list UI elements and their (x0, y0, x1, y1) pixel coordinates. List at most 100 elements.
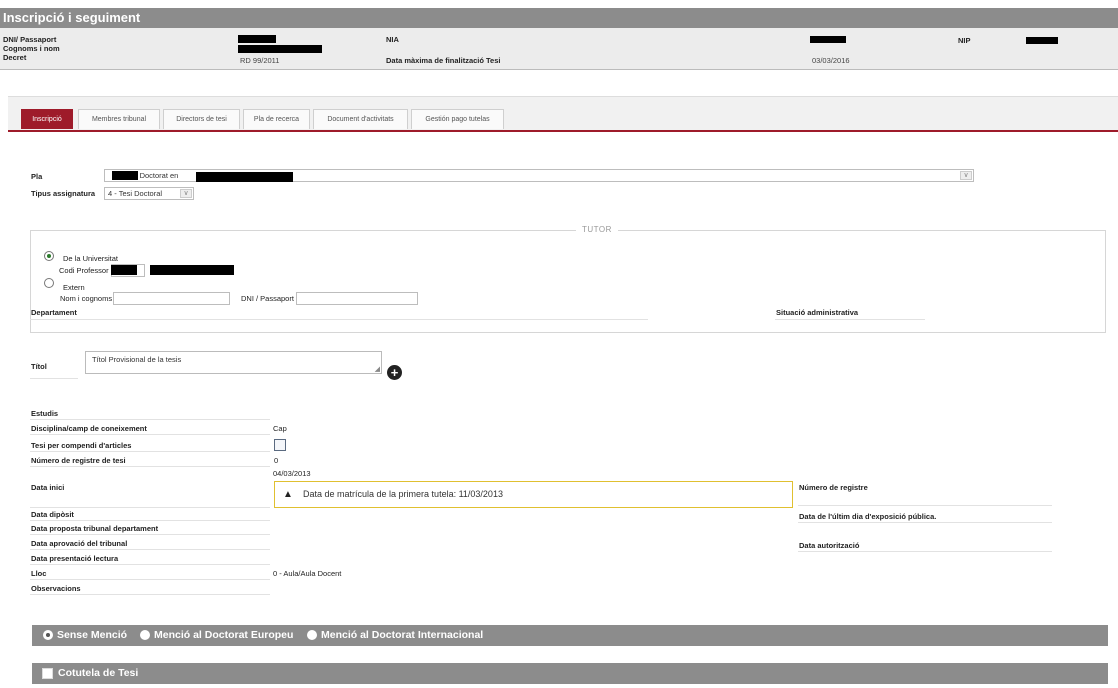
tab-membres-tribunal[interactable]: Membres tribunal (78, 109, 160, 129)
universitat-radio[interactable] (44, 251, 54, 261)
sense-mencio-radio[interactable] (43, 630, 53, 640)
titol-underline (30, 378, 78, 379)
redacted-pla-name (196, 172, 293, 182)
lloc-label: Lloc (31, 569, 47, 578)
dni-label: DNI/ Passaport (3, 35, 57, 44)
tab-inscripcio[interactable]: Inscripció (21, 109, 73, 129)
mencio-internacional-radio[interactable] (307, 630, 317, 640)
redacted-nip (1026, 37, 1058, 44)
tutor-legend: TUTOR (576, 225, 618, 234)
extern-radio[interactable] (44, 278, 54, 288)
tab-directors-tesi[interactable]: Directors de tesi (163, 109, 240, 129)
num-registre-tesi-label: Número de registre de tesi (31, 456, 126, 465)
data-inici-label: Data inici (31, 483, 65, 492)
data-autoritzacio-underline (798, 551, 1052, 552)
data-proposta-underline (30, 534, 270, 535)
compendi-checkbox[interactable] (274, 439, 286, 451)
student-info-panel: DNI/ Passaport Cognoms i nom Decret RD 9… (0, 28, 1118, 70)
cotutela-checkbox[interactable] (42, 668, 53, 679)
titol-textarea[interactable]: Títol Provisional de la tesis ◢ (85, 351, 382, 374)
compendi-underline (30, 451, 270, 452)
tab-underline (8, 130, 1118, 132)
sense-mencio-label: Sense Menció (57, 629, 128, 641)
pla-value: - Doctorat en (135, 171, 179, 180)
page-title: Inscripció i seguiment (0, 8, 1118, 28)
data-aprovacio-underline (30, 549, 270, 550)
data-inici-value: 04/03/2013 (273, 469, 311, 478)
universitat-label: De la Universitat (63, 254, 119, 263)
data-autoritzacio-label: Data autorització (799, 541, 860, 550)
matricula-alert: ▲ Data de matrícula de la primera tutela… (274, 481, 793, 508)
disciplina-value: Cap (273, 424, 287, 433)
situacio-label: Situació administrativa (776, 308, 859, 317)
nia-label: NIA (386, 35, 399, 44)
cotutela-label: Cotutela de Tesi (58, 667, 139, 679)
departament-label: Departament (31, 308, 77, 317)
resize-handle-icon[interactable]: ◢ (375, 365, 380, 373)
data-ultim-dia-underline (798, 522, 1052, 523)
num-registre-underline (798, 505, 1052, 506)
data-presentacio-underline (30, 564, 270, 565)
warning-icon: ▲ (283, 489, 293, 500)
tab-gestion-pago-tutelas[interactable]: Gestión pago tutelas (411, 109, 504, 129)
redacted-nia (810, 36, 846, 43)
mencio-europeu-radio[interactable] (140, 630, 150, 640)
data-proposta-label: Data proposta tribunal departament (31, 524, 159, 533)
decret-value: RD 99/2011 (240, 56, 280, 65)
redacted-professor-name (150, 265, 234, 275)
data-ultim-dia-label: Data de l'últim dia d'exposició pública. (799, 512, 937, 521)
chevron-down-icon: ∨ (960, 171, 972, 180)
lloc-value: 0 - Aula/Aula Docent (273, 569, 342, 578)
codi-professor-label: Codi Professor (59, 266, 109, 275)
titol-label: Títol (31, 362, 47, 371)
data-diposit-label: Data dipòsit (31, 510, 74, 519)
data-max-label: Data màxima de finalització Tesi (386, 56, 501, 65)
redacted-codi (111, 265, 137, 275)
data-presentacio-label: Data presentació lectura (31, 554, 119, 563)
nom-cognoms-input[interactable] (113, 292, 230, 305)
tutor-dni-input[interactable] (296, 292, 418, 305)
tipus-select[interactable]: 4 - Tesi Doctoral ∨ (104, 187, 194, 200)
data-aprovacio-label: Data aprovació del tribunal (31, 539, 128, 548)
num-registre-tesi-underline (30, 466, 270, 467)
observacions-underline (30, 594, 270, 595)
disciplina-underline (30, 434, 270, 435)
name-label: Cognoms i nom (3, 44, 60, 53)
mencio-europeu-label: Menció al Doctorat Europeu (154, 629, 294, 641)
tab-document-activitats[interactable]: Document d'activitats (313, 109, 408, 129)
mencio-bar: Sense Menció Menció al Doctorat Europeu … (32, 625, 1108, 646)
cotutela-bar[interactable]: Cotutela de Tesi (32, 663, 1108, 684)
tab-bar: Inscripció Membres tribunal Directors de… (8, 96, 1118, 130)
compendi-label: Tesi per compendi d'articles (31, 441, 132, 450)
estudis-label: Estudis (31, 409, 59, 418)
data-diposit-underline (30, 520, 270, 521)
titol-value: Títol Provisional de la tesis (92, 355, 182, 364)
num-registre-tesi-value: 0 (274, 456, 279, 465)
nom-cognoms-label: Nom i cognoms (60, 294, 113, 303)
data-max-value: 03/03/2016 (812, 56, 850, 65)
pla-label: Pla (31, 172, 43, 181)
departament-underline (30, 319, 648, 320)
extern-label: Extern (63, 283, 85, 292)
redacted-dni (238, 35, 276, 43)
mencio-internacional-label: Menció al Doctorat Internacional (321, 629, 484, 641)
observacions-label: Observacions (31, 584, 81, 593)
tutor-panel: TUTOR (30, 225, 1106, 333)
tutor-dni-label: DNI / Passaport (241, 294, 294, 303)
estudis-underline (30, 419, 270, 420)
alert-text: Data de matrícula de la primera tutela: … (303, 489, 503, 499)
disciplina-label: Disciplina/camp de coneixement (31, 424, 147, 433)
chevron-down-icon: ∨ (180, 189, 192, 198)
tab-pla-recerca[interactable]: Pla de recerca (243, 109, 310, 129)
add-icon[interactable]: + (387, 365, 402, 380)
lloc-underline (30, 579, 270, 580)
redacted-pla-code (112, 171, 138, 180)
tipus-value: 4 - Tesi Doctoral (108, 189, 163, 198)
decret-label: Decret (3, 53, 27, 62)
redacted-name (238, 45, 322, 53)
data-inici-underline (30, 507, 270, 508)
tipus-label: Tipus assignatura (31, 189, 96, 198)
num-registre-label: Número de registre (799, 483, 868, 492)
nip-label: NIP (958, 36, 971, 45)
situacio-underline (775, 319, 925, 320)
